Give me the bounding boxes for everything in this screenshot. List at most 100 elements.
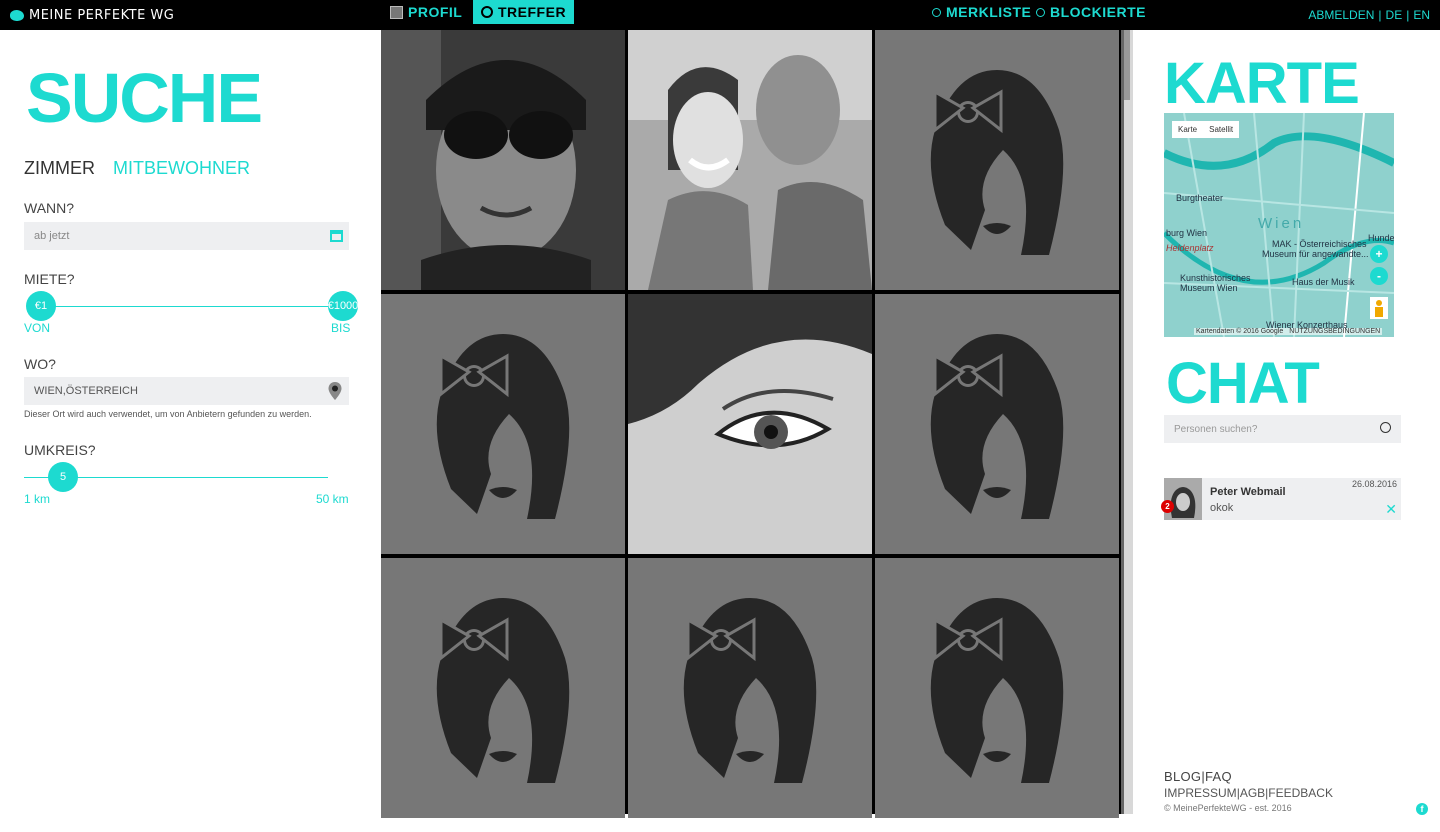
nav-merkliste[interactable]: MERKLISTE: [924, 0, 1039, 24]
chat-bubble-icon: [481, 6, 493, 18]
results-scrollbar[interactable]: [1121, 30, 1133, 814]
separator: |: [1378, 8, 1382, 22]
profile-icon: [390, 5, 403, 19]
nav-treffer-label: TREFFER: [498, 4, 567, 20]
result-card-photo-eye[interactable]: [628, 294, 872, 554]
map-label: Haus der Musik: [1292, 277, 1355, 287]
chat-last-message: okok: [1210, 502, 1234, 514]
bookmark-icon: [932, 7, 941, 17]
map-type-karte[interactable]: Karte: [1172, 121, 1203, 138]
location-pin-icon: [328, 382, 342, 400]
wo-label: WO?: [24, 356, 56, 372]
avatar: [1164, 478, 1202, 520]
search-tabs: ZIMMER MITBEWOHNER: [24, 158, 250, 179]
map-label: Heldenplatz: [1166, 243, 1214, 253]
impressum-link[interactable]: IMPRESSUM: [1164, 786, 1237, 800]
lang-en-link[interactable]: EN: [1413, 8, 1430, 22]
umkreis-label: UMKREIS?: [24, 442, 96, 458]
nav-merkliste-label: MERKLISTE: [946, 4, 1032, 20]
result-card-photo-couple[interactable]: [628, 30, 872, 290]
map-attribution-text: Kartendaten © 2016 Google: [1196, 328, 1284, 335]
date-field[interactable]: ab jetzt: [24, 222, 349, 250]
footer-secondary-links: IMPRESSUM|AGB|FEEDBACK: [1164, 786, 1333, 800]
street-view-pegman-icon[interactable]: [1370, 297, 1388, 319]
date-placeholder: ab jetzt: [34, 230, 70, 242]
map-type-toggle: Karte Satellit: [1172, 121, 1240, 138]
separator: |: [1406, 8, 1410, 22]
female-silhouette-icon: [436, 598, 570, 783]
map-zoom-in-button[interactable]: +: [1370, 245, 1388, 263]
radius-max-label: 50 km: [316, 492, 349, 506]
profile-photo: [628, 30, 872, 290]
logout-link[interactable]: ABMELDEN: [1308, 8, 1374, 22]
map-label: burg Wien: [1166, 228, 1208, 238]
result-card-placeholder[interactable]: [875, 30, 1119, 290]
nav-blockierte[interactable]: BLOCKIERTE: [1028, 0, 1154, 24]
result-card-placeholder[interactable]: [875, 558, 1119, 818]
chat-search-placeholder: Personen suchen?: [1174, 424, 1258, 435]
radius-handle[interactable]: 5: [48, 462, 78, 492]
location-value: WIEN,ÖSTERREICH: [34, 385, 138, 397]
map-zoom-out-button[interactable]: -: [1370, 267, 1388, 285]
logo[interactable]: MEINE PERFEKTE WG: [10, 7, 174, 23]
results-grid: [381, 30, 1125, 818]
map-label: Museum Wien: [1180, 283, 1238, 293]
search-title: SUCHE: [26, 59, 263, 137]
female-silhouette-icon: [930, 70, 1064, 255]
rent-min-handle[interactable]: €1: [26, 291, 56, 321]
profile-photo: [381, 30, 625, 290]
lang-de-link[interactable]: DE: [1386, 8, 1403, 22]
footer-primary-links: BLOG|FAQ: [1164, 769, 1232, 784]
map-widget[interactable]: Karte Satellit Burgtheater Wien burg Wie…: [1164, 113, 1394, 337]
tab-mitbewohner[interactable]: MITBEWOHNER: [113, 158, 250, 179]
rent-slider-track[interactable]: [40, 306, 343, 307]
unread-badge: 2: [1161, 500, 1174, 513]
rent-von-label: VON: [24, 321, 51, 335]
female-silhouette-icon: [683, 598, 817, 783]
nav-profil-label: PROFIL: [408, 4, 463, 20]
location-hint: Dieser Ort wird auch verwendet, um von A…: [24, 409, 312, 419]
result-card-photo-woman-sunglasses[interactable]: [381, 30, 625, 290]
chat-search-input[interactable]: Personen suchen?: [1164, 415, 1401, 443]
chat-date: 26.08.2016: [1351, 479, 1397, 489]
result-card-placeholder[interactable]: [875, 294, 1119, 554]
map-title: KARTE: [1164, 51, 1360, 116]
radius-min-label: 1 km: [24, 492, 51, 506]
feedback-link[interactable]: FEEDBACK: [1268, 786, 1333, 800]
map-attribution: Kartendaten © 2016 Google NUTZUNGSBEDING…: [1194, 328, 1383, 335]
logo-text: MEINE PERFEKTE WG: [29, 7, 175, 23]
result-card-placeholder[interactable]: [381, 558, 625, 818]
nav-profil[interactable]: PROFIL: [382, 0, 470, 24]
rent-bis-label: BIS: [331, 321, 351, 335]
map-label: Wien: [1258, 215, 1305, 232]
chat-list-item[interactable]: 2 Peter Webmail okok 26.08.2016 ✕: [1161, 478, 1401, 520]
search-icon[interactable]: [1380, 422, 1391, 433]
female-silhouette-icon: [436, 334, 570, 519]
map-type-satellit[interactable]: Satellit: [1203, 121, 1239, 138]
map-terms-link[interactable]: NUTZUNGSBEDINGUNGEN: [1289, 328, 1380, 335]
close-icon[interactable]: ✕: [1385, 502, 1397, 516]
female-silhouette-icon: [930, 598, 1064, 783]
account-links: ABMELDEN | DE | EN: [1308, 8, 1430, 22]
calendar-icon[interactable]: [330, 230, 343, 242]
miete-label: MIETE?: [24, 271, 75, 287]
facebook-icon[interactable]: f: [1416, 803, 1428, 815]
result-card-placeholder[interactable]: [381, 294, 625, 554]
tab-zimmer[interactable]: ZIMMER: [24, 158, 95, 179]
scrollbar-thumb[interactable]: [1124, 30, 1130, 100]
map-label: Hunder: [1368, 233, 1394, 243]
blog-link[interactable]: BLOG: [1164, 769, 1201, 784]
rent-max-handle[interactable]: €1000: [328, 291, 358, 321]
bird-icon: [10, 9, 24, 21]
faq-link[interactable]: FAQ: [1205, 769, 1232, 784]
chat-title: CHAT: [1166, 351, 1320, 416]
location-input[interactable]: WIEN,ÖSTERREICH: [24, 377, 349, 405]
nav-blockierte-label: BLOCKIERTE: [1050, 4, 1146, 20]
result-card-placeholder[interactable]: [628, 558, 872, 818]
nav-treffer[interactable]: TREFFER: [473, 0, 575, 24]
wann-label: WANN?: [24, 200, 75, 216]
female-silhouette-icon: [930, 334, 1064, 519]
copyright: © MeinePerfekteWG - est. 2016: [1164, 803, 1292, 813]
agb-link[interactable]: AGB: [1240, 786, 1265, 800]
map-label: Kunsthistorisches: [1180, 273, 1251, 283]
